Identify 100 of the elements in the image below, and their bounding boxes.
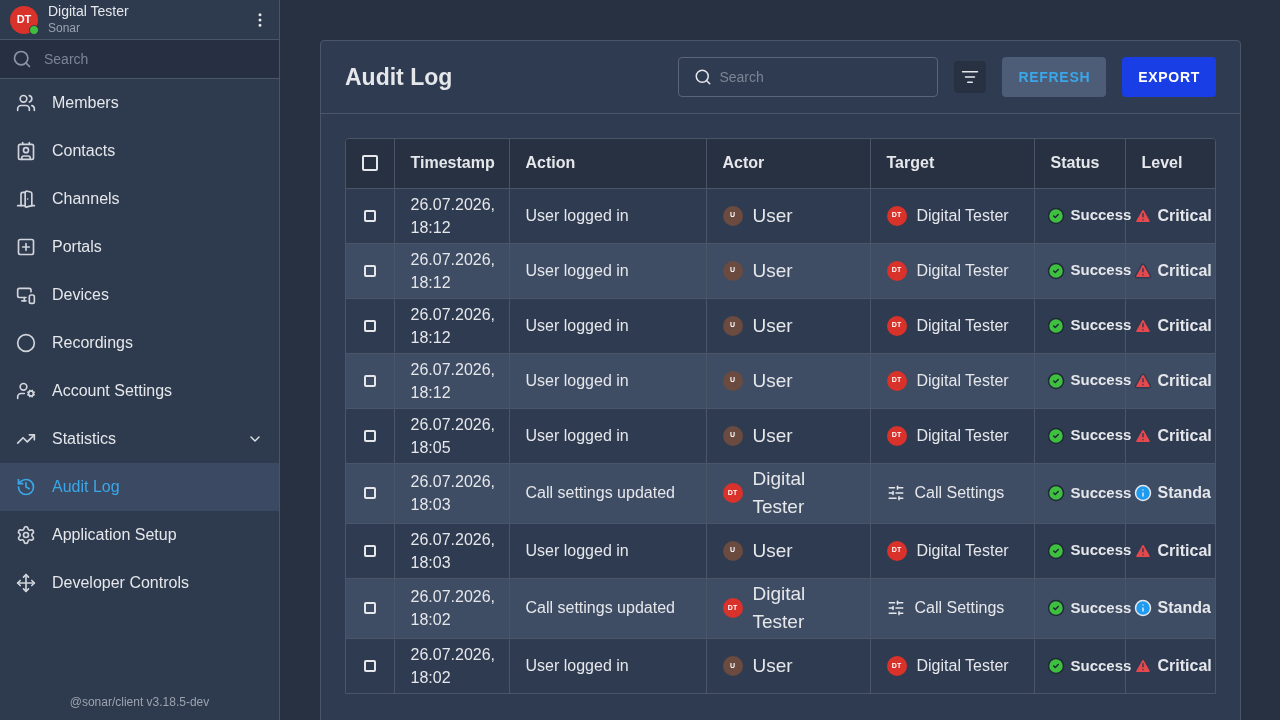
- action-cell: User logged in: [525, 426, 629, 444]
- checkbox[interactable]: [361, 155, 378, 172]
- actor-name: User: [752, 258, 793, 283]
- nav-item[interactable]: Recordings: [0, 319, 279, 367]
- nav-item[interactable]: Statistics: [0, 415, 279, 463]
- column-header[interactable]: Timestamp: [410, 154, 495, 172]
- checkbox[interactable]: [363, 264, 376, 277]
- warning-icon: [1133, 261, 1152, 280]
- level-label: Critical: [1157, 205, 1212, 226]
- nav-item[interactable]: Portals: [0, 223, 279, 271]
- target-name: Call Settings: [914, 598, 1005, 618]
- action-cell: Call settings updated: [525, 599, 675, 616]
- timestamp-cell-text: 26.07.2026, 18:12: [410, 194, 493, 238]
- action-cell: User logged in: [525, 656, 629, 674]
- checkbox[interactable]: [363, 544, 376, 557]
- nav-item[interactable]: Developer Controls: [0, 559, 279, 607]
- status-label: Success: [1070, 370, 1132, 391]
- nav-item[interactable]: Application Setup: [0, 511, 279, 559]
- user-avatar[interactable]: DT: [10, 5, 38, 34]
- actor-name: User: [752, 368, 793, 393]
- column-header[interactable]: Target: [886, 154, 935, 172]
- search-icon: [12, 49, 32, 69]
- plus-square-icon: [16, 237, 36, 257]
- checkbox[interactable]: [363, 429, 376, 442]
- page-title: Audit Log: [345, 62, 454, 92]
- status-label: Success: [1070, 315, 1132, 336]
- nav-item[interactable]: Devices: [0, 271, 279, 319]
- target-name: Digital Tester: [916, 260, 1009, 281]
- sliders-icon: [886, 599, 905, 617]
- warning-icon: [1133, 371, 1152, 390]
- search-field[interactable]: Search: [678, 57, 939, 97]
- filter-button[interactable]: [954, 61, 987, 93]
- check-circle-icon: [1046, 541, 1065, 560]
- target-name: Digital Tester: [916, 315, 1009, 336]
- column-header[interactable]: Level: [1141, 154, 1183, 172]
- search-icon: [694, 68, 713, 86]
- action-cell: User logged in: [525, 206, 629, 224]
- organization-name: Sonar: [48, 20, 82, 36]
- actor-name: Digital Tester: [752, 467, 807, 519]
- settings-icon: [16, 525, 36, 545]
- action-cell: User logged in: [525, 371, 629, 389]
- people-icon: [16, 93, 36, 113]
- actor-name: User: [752, 203, 793, 228]
- checkbox[interactable]: [363, 602, 376, 614]
- column-header[interactable]: Action: [525, 154, 576, 172]
- nav-item[interactable]: Contacts: [0, 127, 279, 175]
- actor-name: User: [752, 313, 793, 338]
- checkbox[interactable]: [363, 319, 376, 332]
- level-label: Critical: [1157, 260, 1212, 281]
- export-button[interactable]: EXPORT: [1122, 57, 1216, 97]
- target-name: Digital Tester: [916, 205, 1009, 226]
- status-label: Success: [1070, 425, 1132, 446]
- checkbox[interactable]: [363, 374, 376, 387]
- nav-item[interactable]: Members: [0, 79, 279, 127]
- action-cell: User logged in: [525, 541, 629, 559]
- target-name: Digital Tester: [916, 540, 1009, 561]
- check-circle-icon: [1046, 316, 1065, 335]
- status-label: Success: [1070, 597, 1132, 618]
- checkbox[interactable]: [363, 487, 376, 499]
- action-cell: Call settings updated: [525, 484, 675, 501]
- status-label: Success: [1070, 540, 1132, 561]
- contact-card-icon: [16, 141, 36, 161]
- target-name: Call Settings: [914, 483, 1005, 503]
- column-header[interactable]: Status: [1050, 154, 1100, 172]
- filter-icon: [961, 68, 980, 86]
- level-label: Critical: [1157, 425, 1212, 446]
- level-label: Critical: [1157, 655, 1212, 676]
- sliders-icon: [886, 484, 905, 502]
- timestamp-cell-text: 26.07.2026, 18:12: [410, 304, 493, 348]
- move-arrows-icon: [16, 573, 36, 593]
- checkbox[interactable]: [363, 209, 376, 222]
- user-name: Digital Tester: [48, 3, 130, 21]
- sidebar-search-field[interactable]: Search: [0, 40, 279, 78]
- status-label: Success: [1070, 205, 1132, 226]
- history-icon: [16, 477, 36, 497]
- check-circle-icon: [1046, 371, 1065, 390]
- devices-icon: [16, 285, 36, 305]
- timestamp-cell-text: 26.07.2026, 18:03: [410, 529, 493, 573]
- target-name: Digital Tester: [916, 370, 1009, 391]
- info-icon: [1133, 599, 1152, 617]
- actor-name: User: [752, 538, 793, 563]
- nav-item[interactable]: Account Settings: [0, 367, 279, 415]
- check-circle-icon: [1046, 599, 1065, 617]
- check-circle-icon: [1046, 426, 1065, 445]
- level-label: Critical: [1157, 370, 1212, 391]
- target-name: Digital Tester: [916, 425, 1009, 446]
- info-icon: [1133, 484, 1152, 502]
- timestamp-cell-text: 26.07.2026, 18:12: [410, 249, 493, 293]
- level-label: Standa: [1157, 598, 1211, 618]
- column-header[interactable]: Actor: [722, 154, 765, 172]
- version-label: @sonar/client v3.18.5-dev: [69, 694, 210, 711]
- action-cell: User logged in: [525, 316, 629, 334]
- timestamp-cell-text: 26.07.2026, 18:03: [410, 472, 493, 515]
- actor-name: Digital Tester: [752, 582, 807, 634]
- timestamp-cell-text: 26.07.2026, 18:02: [410, 587, 493, 630]
- nav-item[interactable]: Channels: [0, 175, 279, 223]
- checkbox[interactable]: [363, 659, 376, 672]
- status-label: Success: [1070, 260, 1132, 281]
- check-circle-icon: [1046, 261, 1065, 280]
- status-label: Success: [1070, 655, 1132, 676]
